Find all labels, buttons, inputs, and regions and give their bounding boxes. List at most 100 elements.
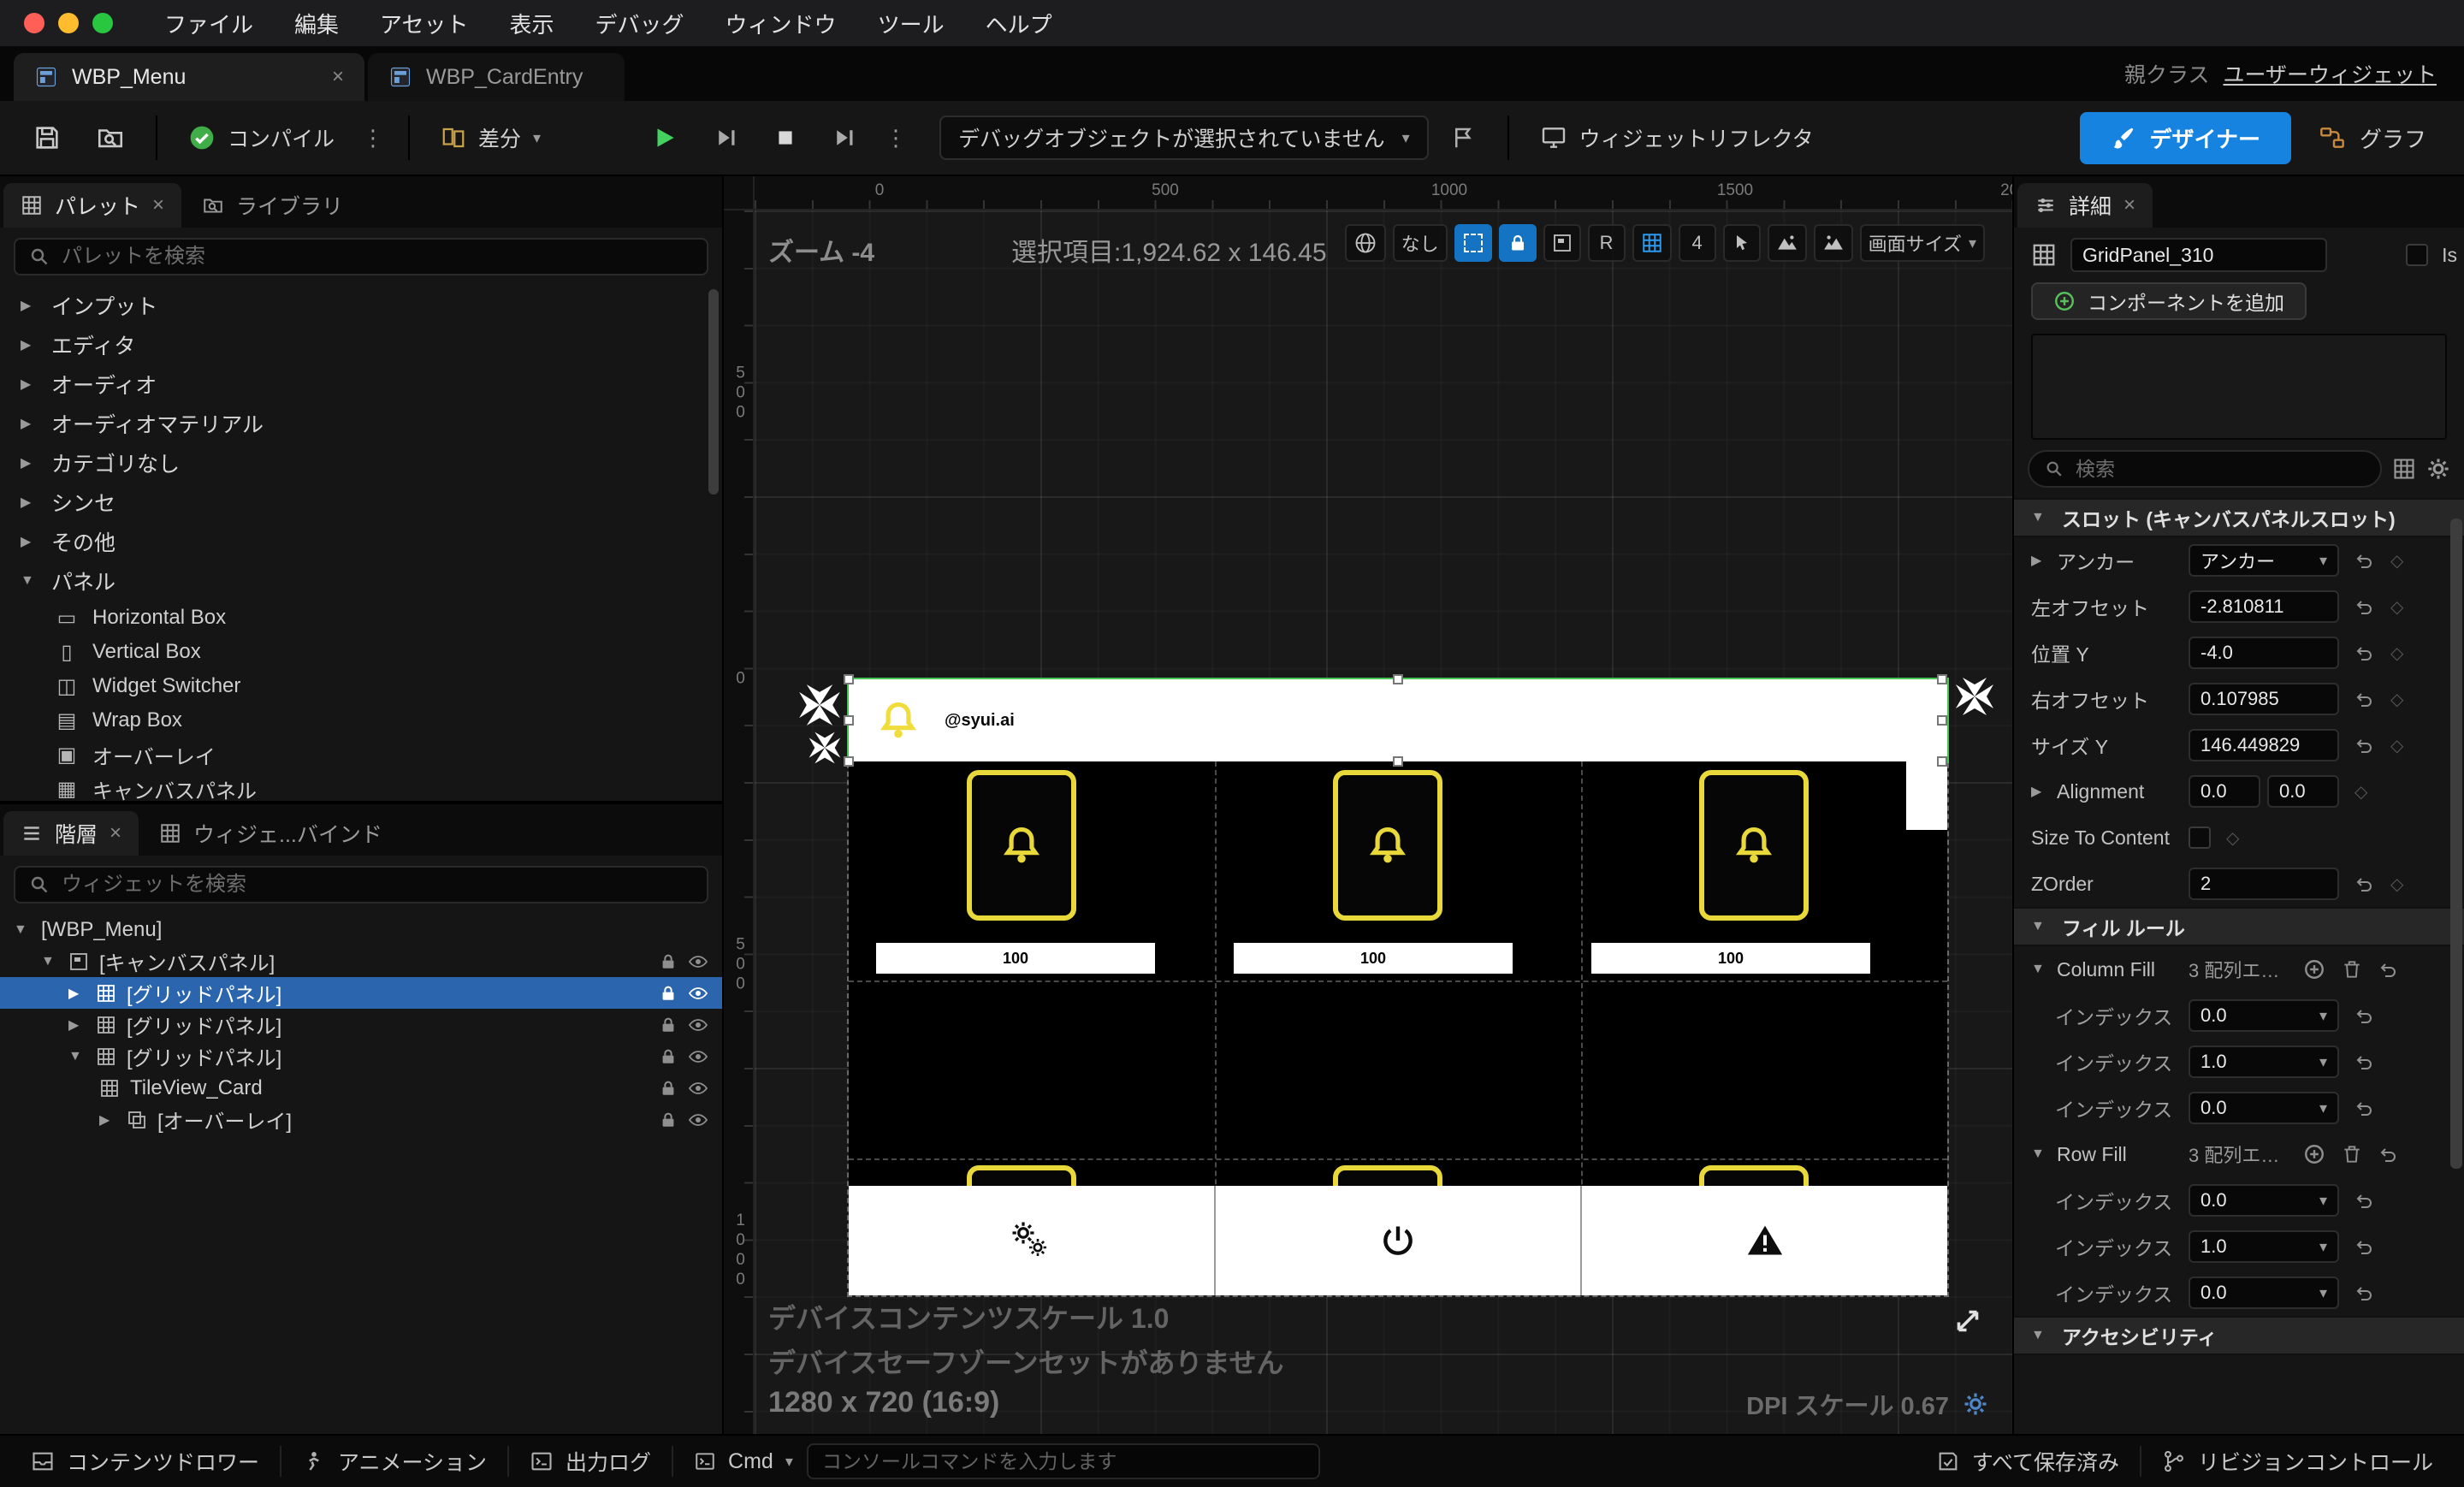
- resize-diagonal-icon[interactable]: [1952, 1306, 1983, 1336]
- card-widget[interactable]: [1699, 770, 1809, 921]
- expander-icon[interactable]: [2031, 783, 2048, 800]
- menu-help[interactable]: ヘルプ: [986, 8, 1052, 39]
- palette-item-overlay[interactable]: ▣ オーバーレイ: [0, 738, 722, 772]
- palette-category-editor[interactable]: エディタ: [0, 325, 722, 364]
- is-variable-checkbox[interactable]: [2406, 244, 2429, 266]
- selection-handle[interactable]: [1937, 674, 1947, 684]
- snap-grid-size-button[interactable]: 4: [1678, 224, 1716, 262]
- reset-to-default-icon[interactable]: [2354, 643, 2375, 663]
- palette-item-horizontal-box[interactable]: ▭ Horizontal Box: [0, 601, 722, 635]
- bind-diamond-icon[interactable]: [2390, 874, 2403, 895]
- debug-object-dropdown[interactable]: デバッグオブジェクトが選択されていません: [939, 116, 1429, 160]
- output-log-button[interactable]: 出力ログ: [509, 1436, 672, 1487]
- design-surface[interactable]: @syui.ai 100 100 100: [849, 674, 1947, 1295]
- diff-button[interactable]: 差分: [429, 114, 553, 162]
- reset-to-default-icon[interactable]: [2354, 1005, 2375, 1026]
- bind-diamond-icon[interactable]: [2390, 689, 2403, 710]
- close-tab-icon[interactable]: [2123, 193, 2135, 217]
- lock-icon[interactable]: [659, 1016, 678, 1034]
- zorder-field[interactable]: 2: [2189, 868, 2339, 900]
- menu-window[interactable]: ウィンドウ: [726, 8, 837, 39]
- palette-item-widget-switcher[interactable]: ◫ Widget Switcher: [0, 669, 722, 703]
- palette-category-synth[interactable]: シンセ: [0, 483, 722, 522]
- snap-grid-toggle[interactable]: [1632, 224, 1672, 262]
- lock-widget-toggle[interactable]: [1498, 224, 1537, 262]
- anchor-burst-icon[interactable]: [797, 683, 842, 727]
- localization-preview-button[interactable]: [1344, 224, 1386, 262]
- eject-button[interactable]: [820, 116, 869, 159]
- power-menu-cell[interactable]: [1213, 1186, 1581, 1295]
- designer-viewport[interactable]: 0 500 1000 1500 200 500 0 500 1000 ズーム -…: [724, 176, 2012, 1434]
- offset-left-field[interactable]: -2.810811: [2189, 590, 2339, 623]
- selection-handle[interactable]: [1393, 756, 1403, 767]
- tree-row-canvas-panel[interactable]: [キャンバスパネル]: [0, 945, 722, 977]
- preview-background-button[interactable]: [1543, 224, 1581, 262]
- bind-diamond-icon[interactable]: [2354, 781, 2367, 803]
- view-options-icon[interactable]: [2392, 457, 2416, 481]
- select-mode-button[interactable]: [1722, 224, 1761, 262]
- expander-icon[interactable]: [21, 376, 38, 393]
- reset-to-default-icon[interactable]: [2354, 874, 2375, 894]
- expander-icon[interactable]: [2031, 510, 2048, 525]
- close-tab-icon[interactable]: [332, 65, 344, 89]
- column-index-dropdown[interactable]: 0.0: [2189, 999, 2339, 1032]
- card-value-bar[interactable]: 100: [1234, 943, 1513, 974]
- tab-hierarchy[interactable]: 階層: [3, 811, 139, 856]
- minimize-window-button[interactable]: [58, 13, 79, 33]
- parent-class-link[interactable]: ユーザーウィジェット: [2223, 58, 2437, 89]
- reset-to-default-icon[interactable]: [2354, 1190, 2375, 1211]
- selection-handle[interactable]: [844, 756, 854, 767]
- details-scrollbar[interactable]: [2450, 518, 2462, 1169]
- anchor-burst-icon[interactable]: [808, 731, 842, 765]
- respect-locks-button[interactable]: R: [1587, 224, 1626, 262]
- widget-reflector-button[interactable]: ウィジェットリフレクタ: [1528, 114, 1826, 162]
- tree-row-grid-panel-selected[interactable]: [グリッドパネル]: [0, 977, 722, 1009]
- compile-button[interactable]: コンパイル: [176, 114, 346, 162]
- expander-icon[interactable]: [68, 1049, 86, 1064]
- visibility-eye-icon[interactable]: [688, 1046, 708, 1067]
- object-name-input[interactable]: [2070, 238, 2327, 272]
- selection-handle[interactable]: [1393, 674, 1403, 684]
- all-saved-button[interactable]: すべて保存済み: [1916, 1436, 2140, 1487]
- add-component-button[interactable]: コンポーネントを追加: [2031, 282, 2307, 320]
- expander-icon[interactable]: [21, 415, 38, 432]
- lock-icon[interactable]: [659, 952, 678, 971]
- details-search-input[interactable]: [2076, 457, 2365, 481]
- reset-to-default-icon[interactable]: [2354, 1236, 2375, 1257]
- add-element-icon[interactable]: [2303, 1143, 2325, 1165]
- card-widget[interactable]: [1333, 770, 1442, 921]
- visibility-eye-icon[interactable]: [688, 983, 708, 1004]
- tab-details[interactable]: 詳細: [2017, 183, 2153, 228]
- reset-to-default-icon[interactable]: [2354, 735, 2375, 755]
- selection-handle[interactable]: [844, 715, 854, 726]
- lock-icon[interactable]: [659, 1047, 678, 1066]
- dash-outline-toggle[interactable]: [1454, 224, 1492, 262]
- menu-edit[interactable]: 編集: [294, 8, 339, 39]
- expander-icon[interactable]: [2031, 919, 2048, 934]
- reset-to-default-icon[interactable]: [2378, 1144, 2399, 1164]
- reset-to-default-icon[interactable]: [2354, 596, 2375, 617]
- tab-palette[interactable]: パレット: [3, 183, 182, 228]
- canvas-bottom-menu[interactable]: [849, 1186, 1947, 1295]
- reset-to-default-icon[interactable]: [2354, 689, 2375, 709]
- expander-icon[interactable]: [99, 1111, 116, 1129]
- tree-row-tileview-card[interactable]: TileView_Card: [0, 1072, 722, 1104]
- reset-to-default-icon[interactable]: [2354, 550, 2375, 571]
- debug-filter-button[interactable]: [1439, 116, 1489, 159]
- bind-diamond-icon[interactable]: [2390, 735, 2403, 756]
- lock-icon[interactable]: [659, 1079, 678, 1098]
- bind-diamond-icon[interactable]: [2390, 550, 2403, 572]
- animation-button[interactable]: アニメーション: [281, 1436, 507, 1487]
- palette-category-audio[interactable]: オーディオ: [0, 364, 722, 404]
- close-tab-icon[interactable]: [110, 821, 121, 845]
- row-index-dropdown[interactable]: 1.0: [2189, 1230, 2339, 1263]
- menu-file[interactable]: ファイル: [164, 8, 253, 39]
- expander-icon[interactable]: [68, 985, 86, 1002]
- alignment-y-field[interactable]: 0.0: [2267, 775, 2339, 808]
- section-accessibility[interactable]: アクセシビリティ: [2014, 1316, 2464, 1355]
- tree-row-grid-panel[interactable]: [グリッドパネル]: [0, 1009, 722, 1040]
- reset-to-default-icon[interactable]: [2354, 1283, 2375, 1303]
- column-index-dropdown[interactable]: 1.0: [2189, 1046, 2339, 1078]
- warning-menu-cell[interactable]: [1580, 1186, 1947, 1295]
- lock-icon[interactable]: [659, 1111, 678, 1129]
